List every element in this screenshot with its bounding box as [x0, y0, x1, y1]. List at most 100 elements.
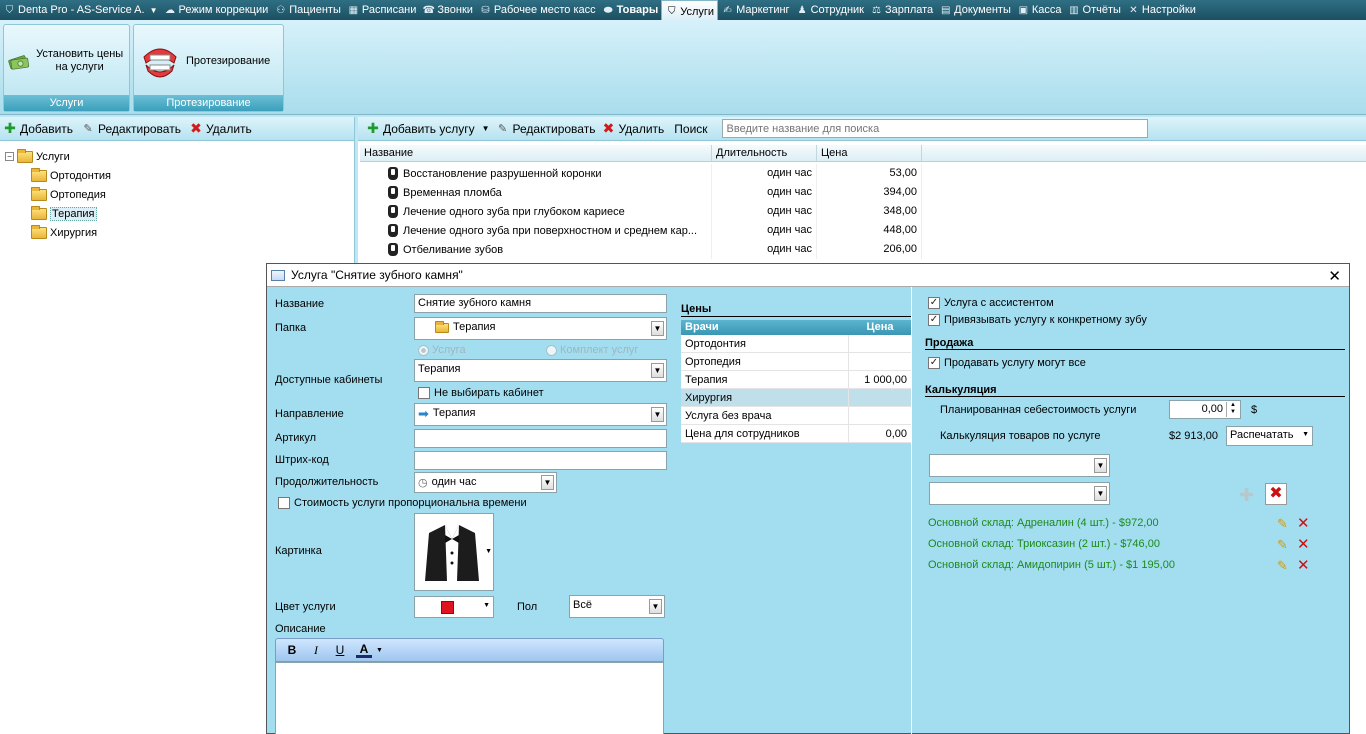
chevron-down-icon[interactable]: ▼ — [651, 321, 664, 336]
price-row[interactable]: Услуга без врача — [681, 407, 911, 425]
checkbox-box[interactable] — [418, 387, 430, 399]
menu-item-11[interactable]: ▤ Документы — [936, 0, 1014, 20]
checkbox-box[interactable]: ✓ — [928, 357, 940, 369]
assistant-checkbox[interactable]: ✓ Услуга с ассистентом — [928, 297, 1054, 309]
column-duration[interactable]: Длительность — [712, 145, 817, 161]
delete-folder-button[interactable]: ✖ Удалить — [189, 120, 252, 136]
no-cabinet-checkbox[interactable]: Не выбирать кабинет — [418, 387, 544, 399]
duration-select[interactable]: ◷ один час ▼ — [414, 472, 557, 493]
delete-x-icon[interactable]: ✕ — [1297, 535, 1310, 553]
menu-item-10[interactable]: ⚖ Зарплата — [867, 0, 936, 20]
chevron-down-icon[interactable]: ▼ — [541, 475, 554, 490]
folder-select[interactable]: Терапия ▼ — [414, 317, 667, 340]
chevron-down-icon[interactable]: ▼ — [376, 647, 383, 654]
delete-x-icon[interactable]: ✕ — [1297, 556, 1310, 574]
dialog-titlebar[interactable]: Услуга "Снятие зубного камня" — [267, 264, 1349, 287]
menu-item-3[interactable]: ▦ Расписани — [344, 0, 420, 20]
price-row-value[interactable] — [849, 407, 911, 424]
chevron-down-icon[interactable]: ▼ — [482, 124, 490, 133]
add-service-button[interactable]: ✚ Добавить услугу ▼ — [366, 120, 490, 136]
article-field[interactable] — [414, 429, 667, 448]
table-row[interactable]: Временная пломба один час 394,00 — [360, 183, 1366, 202]
print-button[interactable]: Распечатать ▼ — [1226, 426, 1313, 446]
price-row[interactable]: Ортопедия — [681, 353, 911, 371]
warehouse-select[interactable]: ▼ — [929, 454, 1110, 477]
cabinets-select[interactable]: Терапия ▼ — [414, 359, 667, 382]
price-row-value[interactable]: 0,00 — [849, 425, 911, 442]
menu-item-0[interactable]: ⛉ Denta Pro - AS-Service A. ▼ — [0, 0, 160, 20]
tree-item[interactable]: Ортопедия — [5, 185, 354, 204]
tree-item[interactable]: Терапия — [5, 204, 354, 223]
proportional-checkbox[interactable]: Стоимость услуги пропорциональна времени — [278, 497, 527, 509]
price-row-value[interactable] — [849, 353, 911, 370]
menu-item-2[interactable]: ⚇ Пациенты — [271, 0, 344, 20]
set-prices-button[interactable]: Установить цены на услуги — [8, 27, 125, 95]
prosthetics-button[interactable]: Протезирование — [138, 27, 279, 95]
italic-button[interactable]: I — [304, 643, 328, 658]
search-input[interactable] — [721, 119, 1148, 138]
price-row-value[interactable] — [849, 389, 911, 406]
column-name[interactable]: Название — [360, 145, 712, 161]
chevron-down-icon[interactable]: ▼ — [1094, 458, 1107, 473]
chevron-down-icon[interactable]: ▼ — [649, 599, 662, 614]
price-row-value[interactable]: 1 000,00 — [849, 371, 911, 388]
price-row[interactable]: Цена для сотрудников 0,00 — [681, 425, 911, 443]
spinner-icon[interactable]: ▲ ▼ — [1226, 402, 1239, 417]
font-color-button[interactable]: A — [356, 643, 372, 658]
menu-item-13[interactable]: ▥ Отчёты — [1065, 0, 1124, 20]
table-row[interactable]: Лечение одного зуба при поверхностном и … — [360, 221, 1366, 240]
pencil-icon[interactable]: ✎ — [1277, 558, 1288, 574]
delete-x-icon[interactable]: ✕ — [1297, 514, 1310, 532]
tree-root[interactable]: − Услуги — [5, 147, 354, 166]
chevron-down-icon[interactable]: ▼ — [1302, 431, 1309, 438]
menu-item-6[interactable]: ⬬ Товары — [599, 0, 662, 20]
column-price[interactable]: Цена — [817, 145, 922, 161]
direction-select[interactable]: ➡ Терапия ▼ — [414, 403, 667, 426]
edit-service-button[interactable]: ✎ Редактировать — [496, 122, 596, 136]
chevron-down-icon[interactable]: ▼ — [483, 602, 490, 609]
menu-item-4[interactable]: ☎ Звонки — [419, 0, 476, 20]
remove-product-button[interactable]: ✖ — [1265, 483, 1287, 505]
collapse-icon[interactable]: − — [5, 152, 14, 161]
checkbox-box[interactable] — [278, 497, 290, 509]
checkbox-box[interactable]: ✓ — [928, 314, 940, 326]
sell-all-checkbox[interactable]: ✓ Продавать услугу могут все — [928, 357, 1086, 369]
price-row[interactable]: Ортодонтия — [681, 335, 911, 353]
tree-item[interactable]: Ортодонтия — [5, 166, 354, 185]
menu-item-7[interactable]: ⛉ Услуги — [661, 0, 719, 22]
table-row[interactable]: Отбеливание зубов один час 206,00 — [360, 240, 1366, 259]
pencil-icon[interactable]: ✎ — [1277, 537, 1288, 553]
menu-item-5[interactable]: ⛁ Рабочее место касс — [476, 0, 599, 20]
price-row-value[interactable] — [849, 335, 911, 352]
checkbox-box[interactable]: ✓ — [928, 297, 940, 309]
radio-kit[interactable]: Комплект услуг — [546, 344, 638, 356]
underline-button[interactable]: U — [328, 643, 352, 657]
close-icon[interactable]: ✕ — [1328, 267, 1341, 285]
chevron-down-icon[interactable]: ▼ — [651, 407, 664, 422]
add-folder-button[interactable]: ✚ Добавить — [3, 120, 73, 136]
pencil-icon[interactable]: ✎ — [1277, 516, 1288, 532]
chevron-down-icon[interactable]: ▼ — [485, 548, 492, 555]
menu-item-12[interactable]: ▣ Касса — [1014, 0, 1065, 20]
bold-button[interactable]: B — [280, 643, 304, 657]
barcode-field[interactable] — [414, 451, 667, 470]
picture-box[interactable]: ▼ — [414, 513, 494, 591]
table-row[interactable]: Лечение одного зуба при глубоком кариесе… — [360, 202, 1366, 221]
table-row[interactable]: Восстановление разрушенной коронки один ч… — [360, 164, 1366, 183]
delete-service-button[interactable]: ✖ Удалить — [601, 120, 665, 136]
description-editor[interactable] — [275, 662, 664, 734]
chevron-down-icon[interactable]: ▼ — [651, 363, 664, 378]
product-select[interactable]: ▼ — [929, 482, 1110, 505]
radio-service[interactable]: Услуга — [418, 344, 466, 356]
menu-item-8[interactable]: ✍ Маркетинг — [718, 0, 792, 20]
bind-tooth-checkbox[interactable]: ✓ Привязывать услугу к конкретному зубу — [928, 314, 1147, 326]
price-row[interactable]: Хирургия — [681, 389, 911, 407]
menu-item-1[interactable]: ☁ Режим коррекции — [160, 0, 271, 20]
color-picker[interactable]: ▼ — [414, 596, 494, 618]
tree-item[interactable]: Хирургия — [5, 223, 354, 242]
chevron-down-icon[interactable]: ▼ — [150, 6, 158, 15]
name-field[interactable]: Снятие зубного камня — [414, 294, 667, 313]
planned-cost-field[interactable]: 0,00 ▲ ▼ — [1169, 400, 1241, 419]
price-row[interactable]: Терапия 1 000,00 — [681, 371, 911, 389]
menu-item-9[interactable]: ♟ Сотрудник — [793, 0, 867, 20]
